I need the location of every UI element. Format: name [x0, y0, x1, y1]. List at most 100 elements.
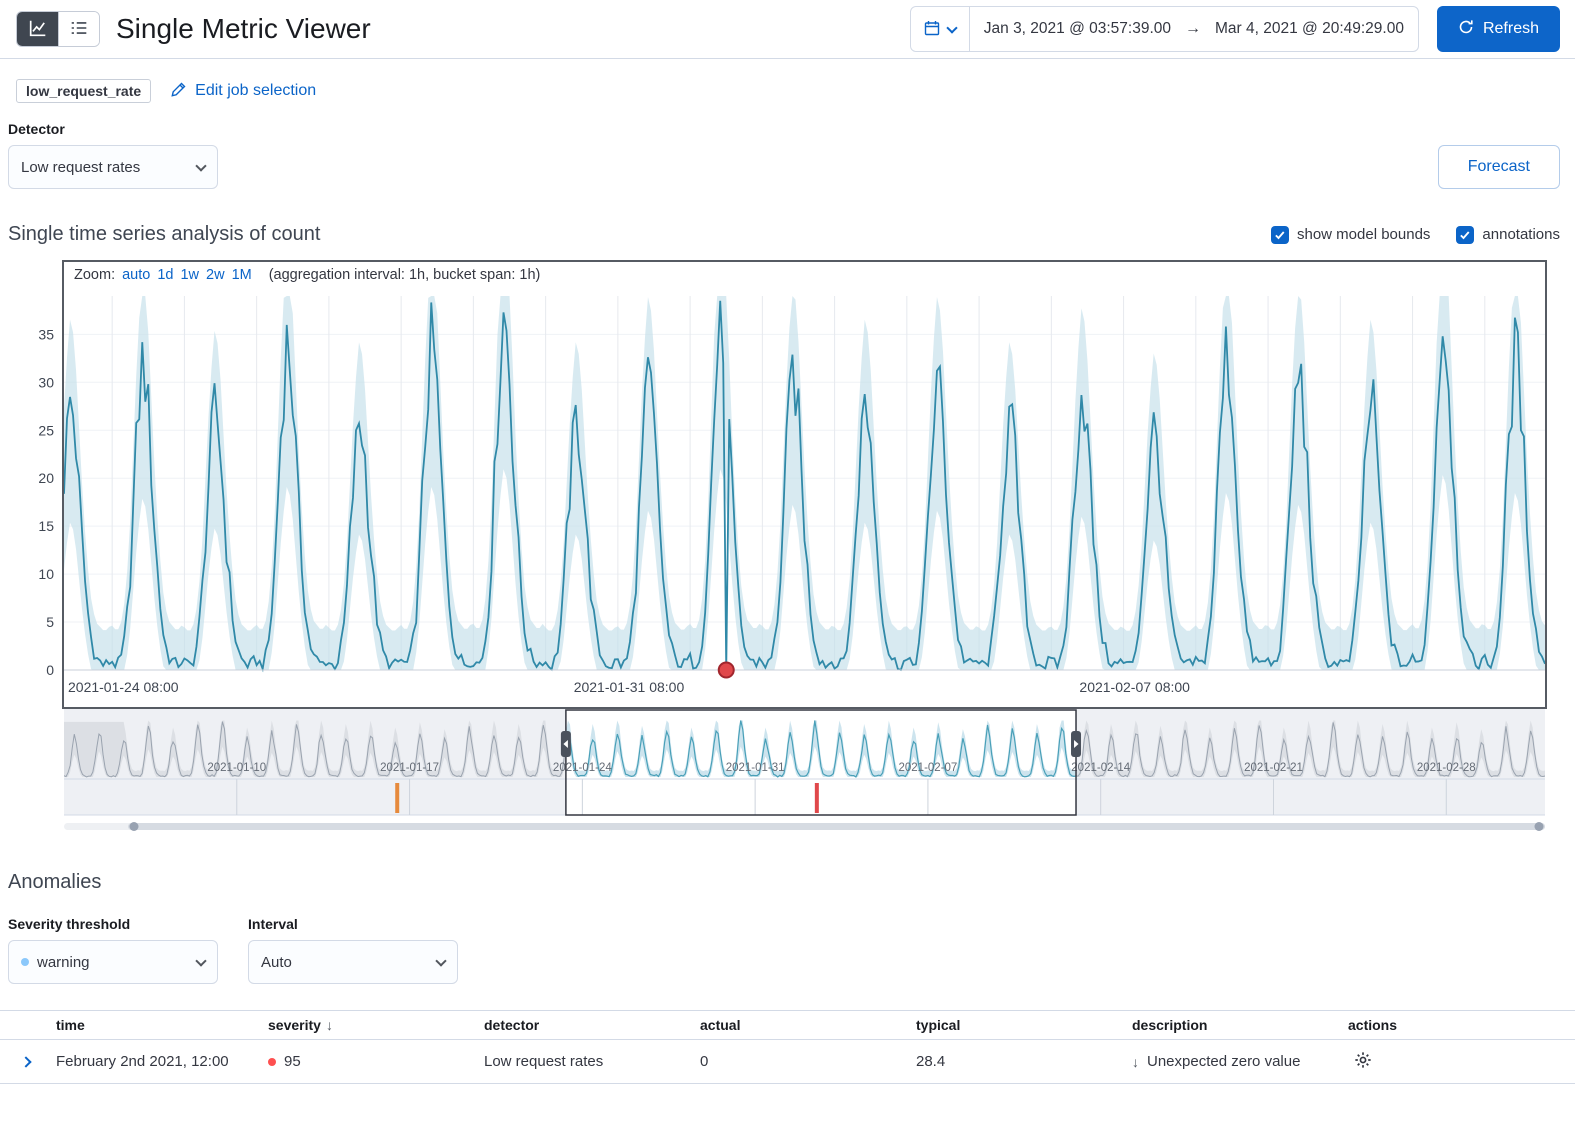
context-tick-label: 2021-02-28 [1417, 762, 1476, 774]
table-header-actions: actions [1340, 1011, 1575, 1039]
checkbox-checked-icon [1456, 226, 1474, 244]
severity-threshold-value: warning [37, 954, 90, 971]
chevron-down-icon [435, 955, 446, 966]
interval-select[interactable]: Auto [248, 940, 458, 984]
cell-detector: Low request rates [476, 1053, 692, 1070]
page-header: Single Metric Viewer Jan 3, 2021 @ 03:57… [0, 0, 1575, 59]
y-axis-tick-label: 30 [38, 374, 54, 390]
annotations-label: annotations [1482, 226, 1560, 243]
page-title: Single Metric Viewer [116, 13, 371, 45]
cell-actual: 0 [692, 1053, 908, 1070]
edit-job-selection-link[interactable]: Edit job selection [171, 81, 316, 102]
time-series-charts: Zoom: auto 1d 1w 2w 1M (aggregation inte… [8, 260, 1547, 841]
context-tick-label: 2021-01-31 [726, 762, 785, 774]
anomaly-marker-dot[interactable] [719, 663, 734, 678]
scrollbar-knob-right[interactable] [1535, 822, 1544, 831]
y-axis-tick-label: 25 [38, 422, 54, 438]
data-table-icon [70, 19, 88, 40]
line-chart-icon [29, 19, 47, 40]
end-date-button[interactable]: Mar 4, 2021 @ 20:49:29.00 [1201, 7, 1418, 51]
table-header-typical[interactable]: typical [908, 1011, 1124, 1039]
table-view-button[interactable] [58, 12, 99, 46]
table-header-actual[interactable]: actual [692, 1011, 908, 1039]
context-tick-label: 2021-02-07 [899, 762, 958, 774]
edit-job-selection-label: Edit job selection [195, 82, 316, 100]
chevron-down-icon [195, 955, 206, 966]
zoom-option-1M[interactable]: 1M [232, 267, 252, 283]
context-anomaly-marker[interactable] [815, 783, 819, 813]
context-tick-label: 2021-02-21 [1244, 762, 1303, 774]
anomalies-table-header: time severity ↓ detector actual typical … [0, 1010, 1575, 1040]
series-section-header: Single time series analysis of count sho… [0, 189, 1575, 246]
cell-description: ↓ Unexpected zero value [1124, 1053, 1340, 1070]
y-axis-tick-label: 15 [38, 518, 54, 534]
zoom-option-1w[interactable]: 1w [180, 267, 199, 283]
job-selection-row: low_request_rate Edit job selection [0, 59, 1575, 103]
context-tick-label: 2021-01-10 [207, 762, 266, 774]
detector-row: Detector Low request rates Forecast [0, 103, 1575, 189]
detector-select[interactable]: Low request rates [8, 145, 218, 189]
cell-severity: 95 [260, 1053, 476, 1070]
x-axis-tick-label: 2021-01-24 08:00 [68, 679, 179, 695]
table-row: February 2nd 2021, 12:00 95 Low request … [0, 1040, 1575, 1084]
anomalies-table: time severity ↓ detector actual typical … [0, 1010, 1575, 1084]
y-axis-tick-label: 10 [38, 566, 54, 582]
detector-label: Detector [8, 121, 218, 137]
table-header-description[interactable]: description [1124, 1011, 1340, 1039]
gear-icon [1354, 1057, 1372, 1072]
y-axis-tick-label: 35 [38, 326, 54, 342]
table-header-expander [0, 1019, 48, 1031]
y-axis-tick-label: 20 [38, 470, 54, 486]
context-navigator-chart[interactable]: 2021-01-10 2021-01-17 2021-01-24 2021-01-31… [8, 709, 1547, 841]
anomalies-controls: Severity threshold warning Interval Auto [0, 894, 1575, 984]
view-toggle [16, 11, 100, 47]
show-model-bounds-label: show model bounds [1297, 226, 1430, 243]
context-anomaly-marker[interactable] [395, 783, 399, 813]
chart-view-button[interactable] [17, 12, 58, 46]
checkbox-checked-icon [1271, 226, 1289, 244]
cell-time: February 2nd 2021, 12:00 [48, 1053, 260, 1070]
context-tick-label: 2021-01-17 [380, 762, 439, 774]
aggregation-info: (aggregation interval: 1h, bucket span: … [269, 267, 541, 283]
zoom-label: Zoom: [74, 267, 115, 283]
show-model-bounds-checkbox[interactable]: show model bounds [1271, 226, 1430, 244]
forecast-button[interactable]: Forecast [1438, 145, 1560, 189]
scrollbar-knob-left[interactable] [130, 822, 139, 831]
interval-value: Auto [261, 954, 292, 971]
refresh-button[interactable]: Refresh [1437, 6, 1560, 52]
sort-descending-icon: ↓ [326, 1017, 333, 1033]
x-axis-tick-label: 2021-01-31 08:00 [574, 679, 685, 695]
calendar-dropdown-button[interactable] [911, 7, 970, 51]
anomalies-title: Anomalies [0, 841, 1575, 894]
severity-threshold-select[interactable]: warning [8, 940, 218, 984]
detector-select-value: Low request rates [21, 159, 140, 176]
date-picker: Jan 3, 2021 @ 03:57:39.00 → Mar 4, 2021 … [910, 6, 1419, 52]
job-badge: low_request_rate [16, 79, 151, 103]
row-expand-button[interactable] [22, 1054, 30, 1069]
cell-typical: 28.4 [908, 1053, 1124, 1070]
zoom-option-auto[interactable]: auto [122, 267, 150, 283]
x-axis-tick-label: 2021-02-07 08:00 [1079, 679, 1190, 695]
context-tick-label: 2021-01-24 [553, 762, 612, 774]
main-time-series-chart[interactable]: 051015202530352021-01-24 08:002021-01-31… [8, 290, 1547, 705]
table-header-time[interactable]: time [48, 1011, 260, 1039]
zoom-option-1d[interactable]: 1d [157, 267, 173, 283]
y-axis-tick-label: 5 [46, 614, 54, 630]
arrow-down-icon: ↓ [1132, 1054, 1139, 1070]
date-range-arrow-icon: → [1185, 20, 1201, 38]
chevron-right-icon [20, 1056, 31, 1067]
context-tick-label: 2021-02-14 [1071, 762, 1130, 774]
start-date-button[interactable]: Jan 3, 2021 @ 03:57:39.00 [970, 7, 1185, 51]
annotations-checkbox[interactable]: annotations [1456, 226, 1560, 244]
row-actions-button[interactable] [1352, 1049, 1374, 1074]
chevron-down-icon [946, 22, 957, 33]
zoom-option-2w[interactable]: 2w [206, 267, 225, 283]
refresh-icon [1458, 19, 1474, 40]
table-header-severity[interactable]: severity ↓ [260, 1011, 476, 1039]
pencil-icon [171, 81, 187, 102]
table-header-detector[interactable]: detector [476, 1011, 692, 1039]
interval-label: Interval [248, 916, 458, 932]
severity-threshold-label: Severity threshold [8, 916, 218, 932]
calendar-icon [924, 20, 940, 39]
context-scrollbar[interactable] [128, 823, 1545, 830]
